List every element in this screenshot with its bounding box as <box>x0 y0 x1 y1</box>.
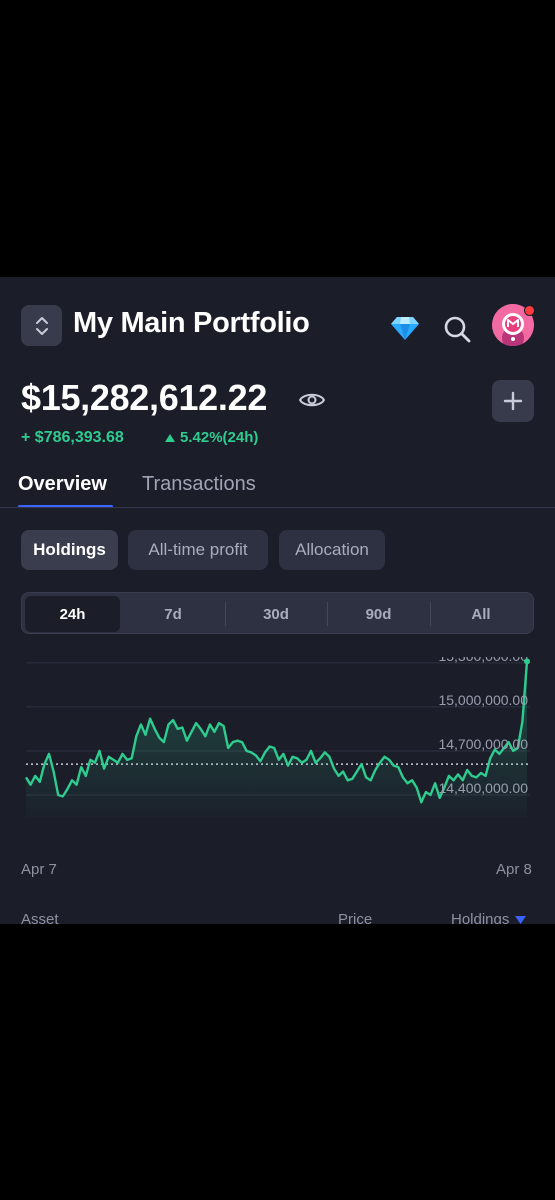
tab-overview[interactable]: Overview <box>18 473 107 496</box>
range-all[interactable]: All <box>431 596 531 632</box>
latest-point <box>524 658 530 665</box>
portfolio-switcher-button[interactable] <box>21 305 62 346</box>
change-percent-label: 5.42%(24h) <box>180 429 259 446</box>
range-30d[interactable]: 30d <box>226 596 326 632</box>
x-axis-label-start: Apr 7 <box>21 861 57 878</box>
chip-holdings[interactable]: Holdings <box>21 530 118 570</box>
search-icon[interactable] <box>443 315 471 343</box>
divider <box>0 507 555 508</box>
portfolio-screen: My Main Portfolio $15,282,612.22 + $786,… <box>0 277 555 924</box>
eye-icon[interactable] <box>299 391 325 409</box>
column-header-holdings-label: Holdings <box>451 911 510 924</box>
tab-transactions[interactable]: Transactions <box>142 473 256 496</box>
chevron-up-down-icon <box>35 316 48 335</box>
change-value: + $786,393.68 <box>21 429 124 446</box>
portfolio-title[interactable]: My Main Portfolio <box>73 307 310 340</box>
notification-dot <box>524 305 535 316</box>
holdings-chart[interactable]: 15,300,000.00 15,000,000.00 14,700,000.00 1… <box>0 657 555 887</box>
diamond-icon[interactable] <box>390 315 420 341</box>
chip-allocation[interactable]: Allocation <box>279 530 385 570</box>
portfolio-balance: $15,282,612.22 <box>21 377 268 418</box>
plus-icon <box>503 391 523 411</box>
header: My Main Portfolio <box>0 277 555 377</box>
triangle-up-icon <box>165 433 175 442</box>
column-header-price[interactable]: Price <box>338 911 372 924</box>
range-7d[interactable]: 7d <box>123 596 223 632</box>
y-axis-tick-label: 15,300,000.00 <box>438 657 528 664</box>
range-90d[interactable]: 90d <box>328 596 429 632</box>
change-percent: 5.42%(24h) <box>165 429 258 446</box>
add-transaction-button[interactable] <box>492 380 534 422</box>
range-24h[interactable]: 24h <box>25 596 120 632</box>
tab-bar: Overview Transactions <box>0 467 555 509</box>
y-axis-tick-label: 14,400,000.00 <box>438 780 528 796</box>
time-range-selector: 24h 7d 30d 90d All <box>21 592 534 634</box>
y-axis-tick-label: 15,000,000.00 <box>438 692 528 708</box>
column-header-asset[interactable]: Asset <box>21 911 59 924</box>
chip-all-time-profit[interactable]: All-time profit <box>128 530 268 570</box>
column-header-holdings[interactable]: Holdings <box>451 911 527 924</box>
x-axis-label-end: Apr 8 <box>496 861 532 878</box>
y-axis-tick-label: 14,700,000.00 <box>438 736 528 752</box>
sort-down-icon <box>515 915 527 924</box>
